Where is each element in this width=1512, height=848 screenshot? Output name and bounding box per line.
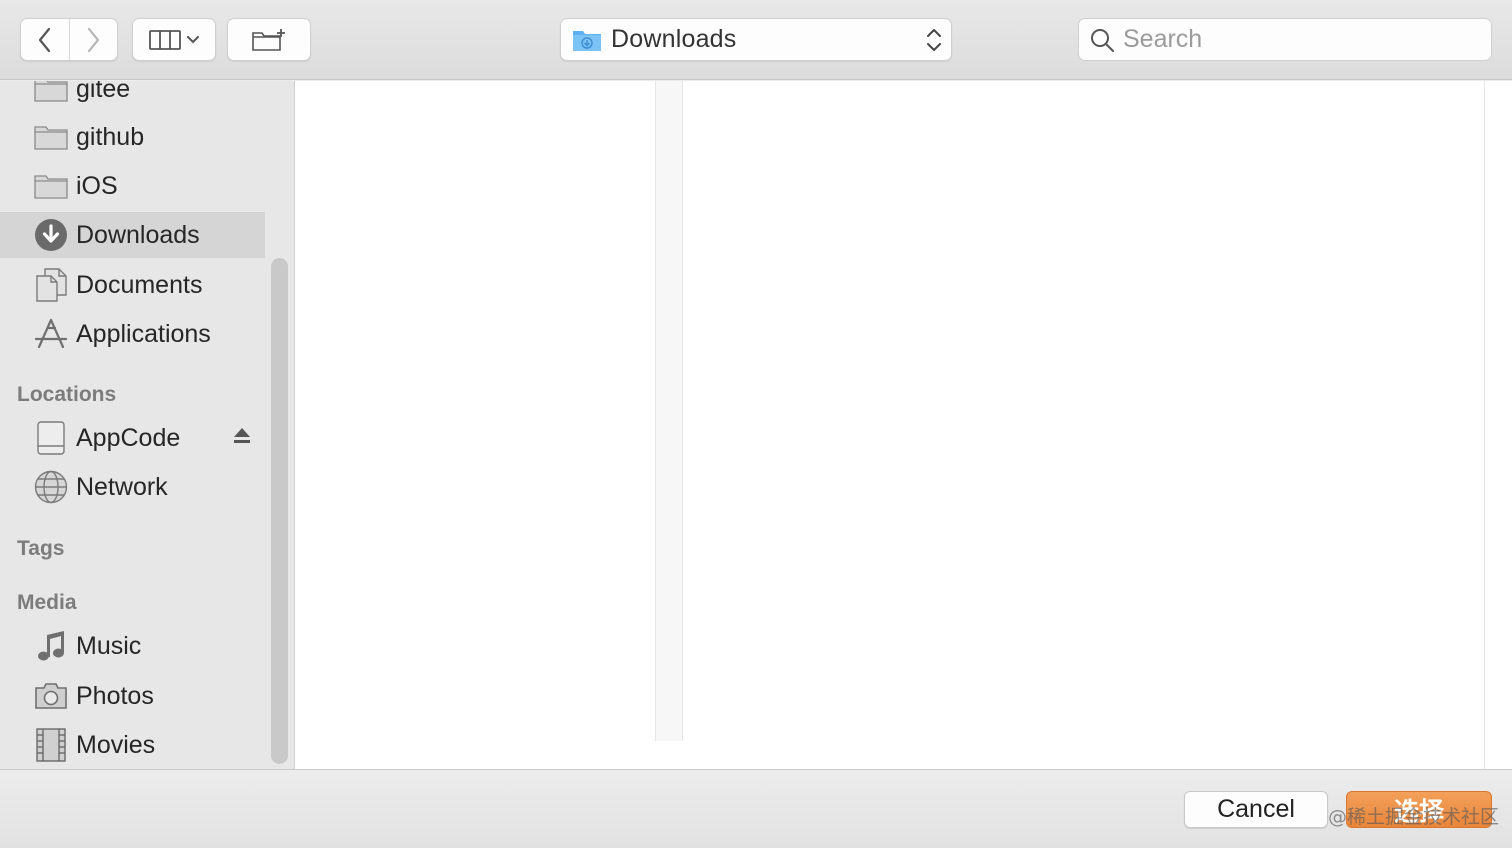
sidebar-item-ios[interactable]: iOS <box>0 163 265 209</box>
search-field <box>1078 18 1492 61</box>
folder-icon <box>33 168 69 204</box>
navigation-buttons <box>20 18 118 61</box>
column-divider[interactable] <box>656 81 683 741</box>
location-popup[interactable]: Downloads <box>560 18 952 61</box>
eject-icon[interactable] <box>233 427 251 450</box>
network-icon <box>33 469 69 505</box>
cancel-button[interactable]: Cancel <box>1184 791 1328 828</box>
sidebar-item-downloads[interactable]: Downloads <box>0 212 265 258</box>
documents-icon <box>33 267 69 303</box>
camera-icon <box>33 678 69 714</box>
folder-icon <box>33 81 69 107</box>
search-icon <box>1091 28 1114 52</box>
downloads-folder-icon <box>573 30 601 51</box>
sidebar-item-label: Movies <box>76 730 156 759</box>
drive-icon <box>33 420 69 456</box>
sidebar-item-documents[interactable]: Documents <box>0 262 265 308</box>
toolbar: Downloads <box>0 0 1512 80</box>
forward-button[interactable] <box>68 19 118 60</box>
sidebar-item-label: gitee <box>76 81 131 103</box>
sidebar-item-label: Photos <box>76 681 154 710</box>
sidebar-section-media: Media <box>17 591 77 614</box>
new-folder-icon <box>252 28 285 51</box>
sidebar-item-music[interactable]: Music <box>0 623 265 669</box>
downloads-icon <box>33 217 69 253</box>
sidebar-item-label: Network <box>76 472 168 501</box>
chevron-left-icon <box>38 27 50 52</box>
music-icon <box>33 628 69 664</box>
back-button[interactable] <box>21 19 69 60</box>
view-mode-button[interactable] <box>132 18 216 61</box>
sidebar: gitee github iOS Downloads Documents App… <box>0 81 294 769</box>
sidebar-section-tags: Tags <box>17 537 65 560</box>
sidebar-section-locations: Locations <box>17 383 117 406</box>
updown-chevron-icon <box>927 29 941 51</box>
file-browser <box>294 81 1512 769</box>
location-label: Downloads <box>611 25 737 53</box>
applications-icon <box>33 316 69 352</box>
sidebar-item-network[interactable]: Network <box>0 464 265 510</box>
columns-view-icon <box>149 29 181 50</box>
sidebar-item-label: Documents <box>76 270 203 299</box>
search-input[interactable] <box>1123 25 1483 54</box>
sidebar-item-github[interactable]: github <box>0 114 265 160</box>
sidebar-item-gitee[interactable]: gitee <box>0 81 265 112</box>
sidebar-item-label: AppCode <box>76 423 181 452</box>
sidebar-item-appcode[interactable]: AppCode <box>0 415 265 461</box>
chevron-right-icon <box>88 27 100 52</box>
browser-column-empty[interactable] <box>683 81 1485 769</box>
bottom-bar: Cancel 选择 @稀土掘金技术社区 <box>0 769 1512 848</box>
folder-icon <box>33 119 69 155</box>
sidebar-scrollbar[interactable] <box>271 258 288 764</box>
chevron-down-icon <box>187 35 199 43</box>
sidebar-item-label: Applications <box>76 319 211 348</box>
new-folder-button[interactable] <box>227 18 311 61</box>
sidebar-item-photos[interactable]: Photos <box>0 673 265 719</box>
sidebar-item-label: Downloads <box>76 220 200 249</box>
sidebar-item-label: Music <box>76 631 142 660</box>
choose-button[interactable]: 选择 <box>1346 791 1492 828</box>
sidebar-item-movies[interactable]: Movies <box>0 722 265 768</box>
sidebar-item-label: iOS <box>76 171 118 200</box>
sidebar-item-applications[interactable]: Applications <box>0 311 265 357</box>
browser-column[interactable] <box>295 81 656 741</box>
film-icon <box>33 727 69 763</box>
sidebar-item-label: github <box>76 122 145 151</box>
